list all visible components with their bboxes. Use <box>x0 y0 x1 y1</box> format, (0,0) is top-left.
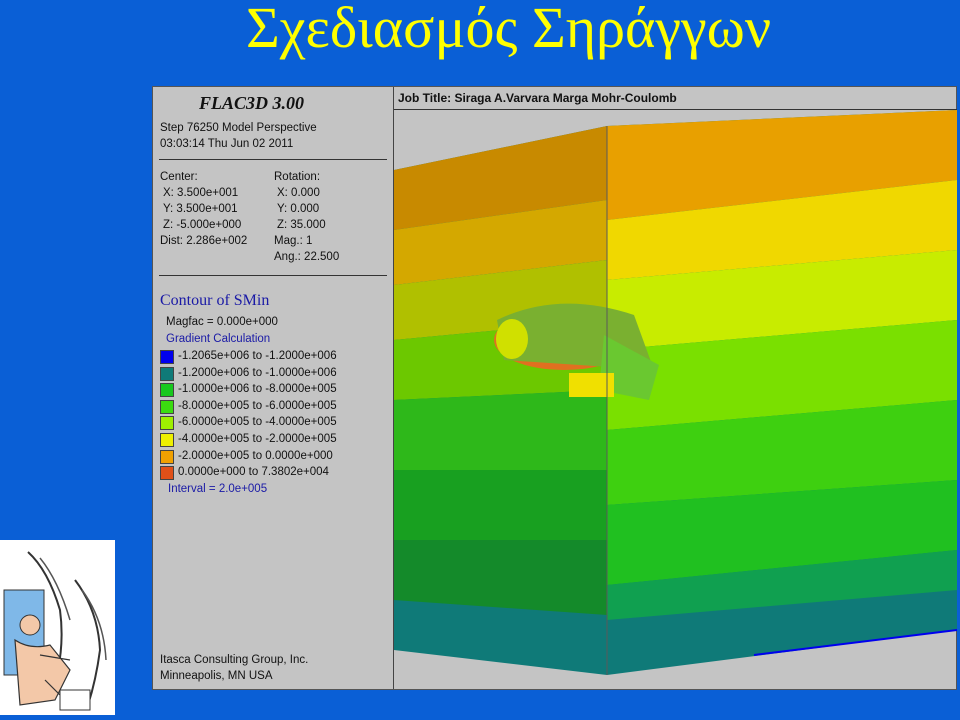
tunnel-face <box>496 319 528 359</box>
prometheus-logo-icon <box>3 551 107 711</box>
credit-line-1: Itasca Consulting Group, Inc. <box>160 654 309 666</box>
distance: Dist: 2.286e+002 <box>160 235 248 247</box>
slide-title: Σχεδιασμός Σηράγγων <box>246 0 772 60</box>
credit-line-2: Minneapolis, MN USA <box>160 670 273 682</box>
flac3d-plot-window: FLAC3D 3.00 Step 76250 Model Perspective… <box>152 86 957 690</box>
legend-swatch <box>160 350 174 364</box>
legend-label: -1.2065e+006 to -1.2000e+006 <box>178 350 337 362</box>
rotation-z: Z: 35.000 <box>277 219 326 231</box>
rotation-label: Rotation: <box>274 171 321 183</box>
step-info: Step 76250 Model Perspective <box>160 122 317 134</box>
legend-label: -1.2000e+006 to -1.0000e+006 <box>178 366 337 379</box>
rotation-x: X: 0.000 <box>277 187 320 199</box>
separator <box>159 159 387 160</box>
rotation-y: Y: 0.000 <box>277 203 320 215</box>
legend-swatch <box>160 366 174 381</box>
model-3d-view <box>394 110 957 675</box>
legend-swatch <box>160 466 174 481</box>
contour-title: Contour of SMin <box>160 292 270 309</box>
model-view-panel: Job Title: Siraga A.Varvara Marga Mohr-C… <box>393 87 957 689</box>
center-y: Y: 3.500e+001 <box>163 203 238 215</box>
contour-band <box>394 390 607 470</box>
university-logo <box>0 540 115 715</box>
legend-swatch <box>160 449 174 464</box>
magnification: Mag.: 1 <box>274 235 313 247</box>
legend-label: -8.0000e+005 to -6.0000e+005 <box>178 399 337 412</box>
legend-label: -6.0000e+005 to -4.0000e+005 <box>178 416 337 429</box>
legend-swatch <box>160 383 174 398</box>
angle: Ang.: 22.500 <box>274 251 340 263</box>
interval: Interval = 2.0e+005 <box>168 483 268 495</box>
legend-label: 0.0000e+000 to 7.3802e+004 <box>178 466 329 479</box>
magfac: Magfac = 0.000e+000 <box>166 316 278 328</box>
job-title: Job Title: Siraga A.Varvara Marga Mohr-C… <box>398 91 677 105</box>
separator <box>159 275 387 276</box>
legend-panel: FLAC3D 3.00 Step 76250 Model Perspective… <box>153 87 393 689</box>
center-z: Z: -5.000e+000 <box>163 219 242 231</box>
legend-label: -1.0000e+006 to -8.0000e+005 <box>178 383 337 396</box>
legend-swatch <box>160 399 174 414</box>
legend-swatch <box>160 416 174 431</box>
center-x: X: 3.500e+001 <box>163 187 239 199</box>
app-title: FLAC3D 3.00 <box>199 93 305 113</box>
legend-label: -2.0000e+005 to 0.0000e+000 <box>178 449 333 462</box>
legend-swatch <box>160 432 174 447</box>
legend-label: -4.0000e+005 to -2.0000e+005 <box>178 432 337 445</box>
gradient-label: Gradient Calculation <box>166 333 271 345</box>
contour-band <box>394 470 607 540</box>
center-label: Center: <box>160 171 198 183</box>
datetime-info: 03:03:14 Thu Jun 02 2011 <box>160 138 294 150</box>
